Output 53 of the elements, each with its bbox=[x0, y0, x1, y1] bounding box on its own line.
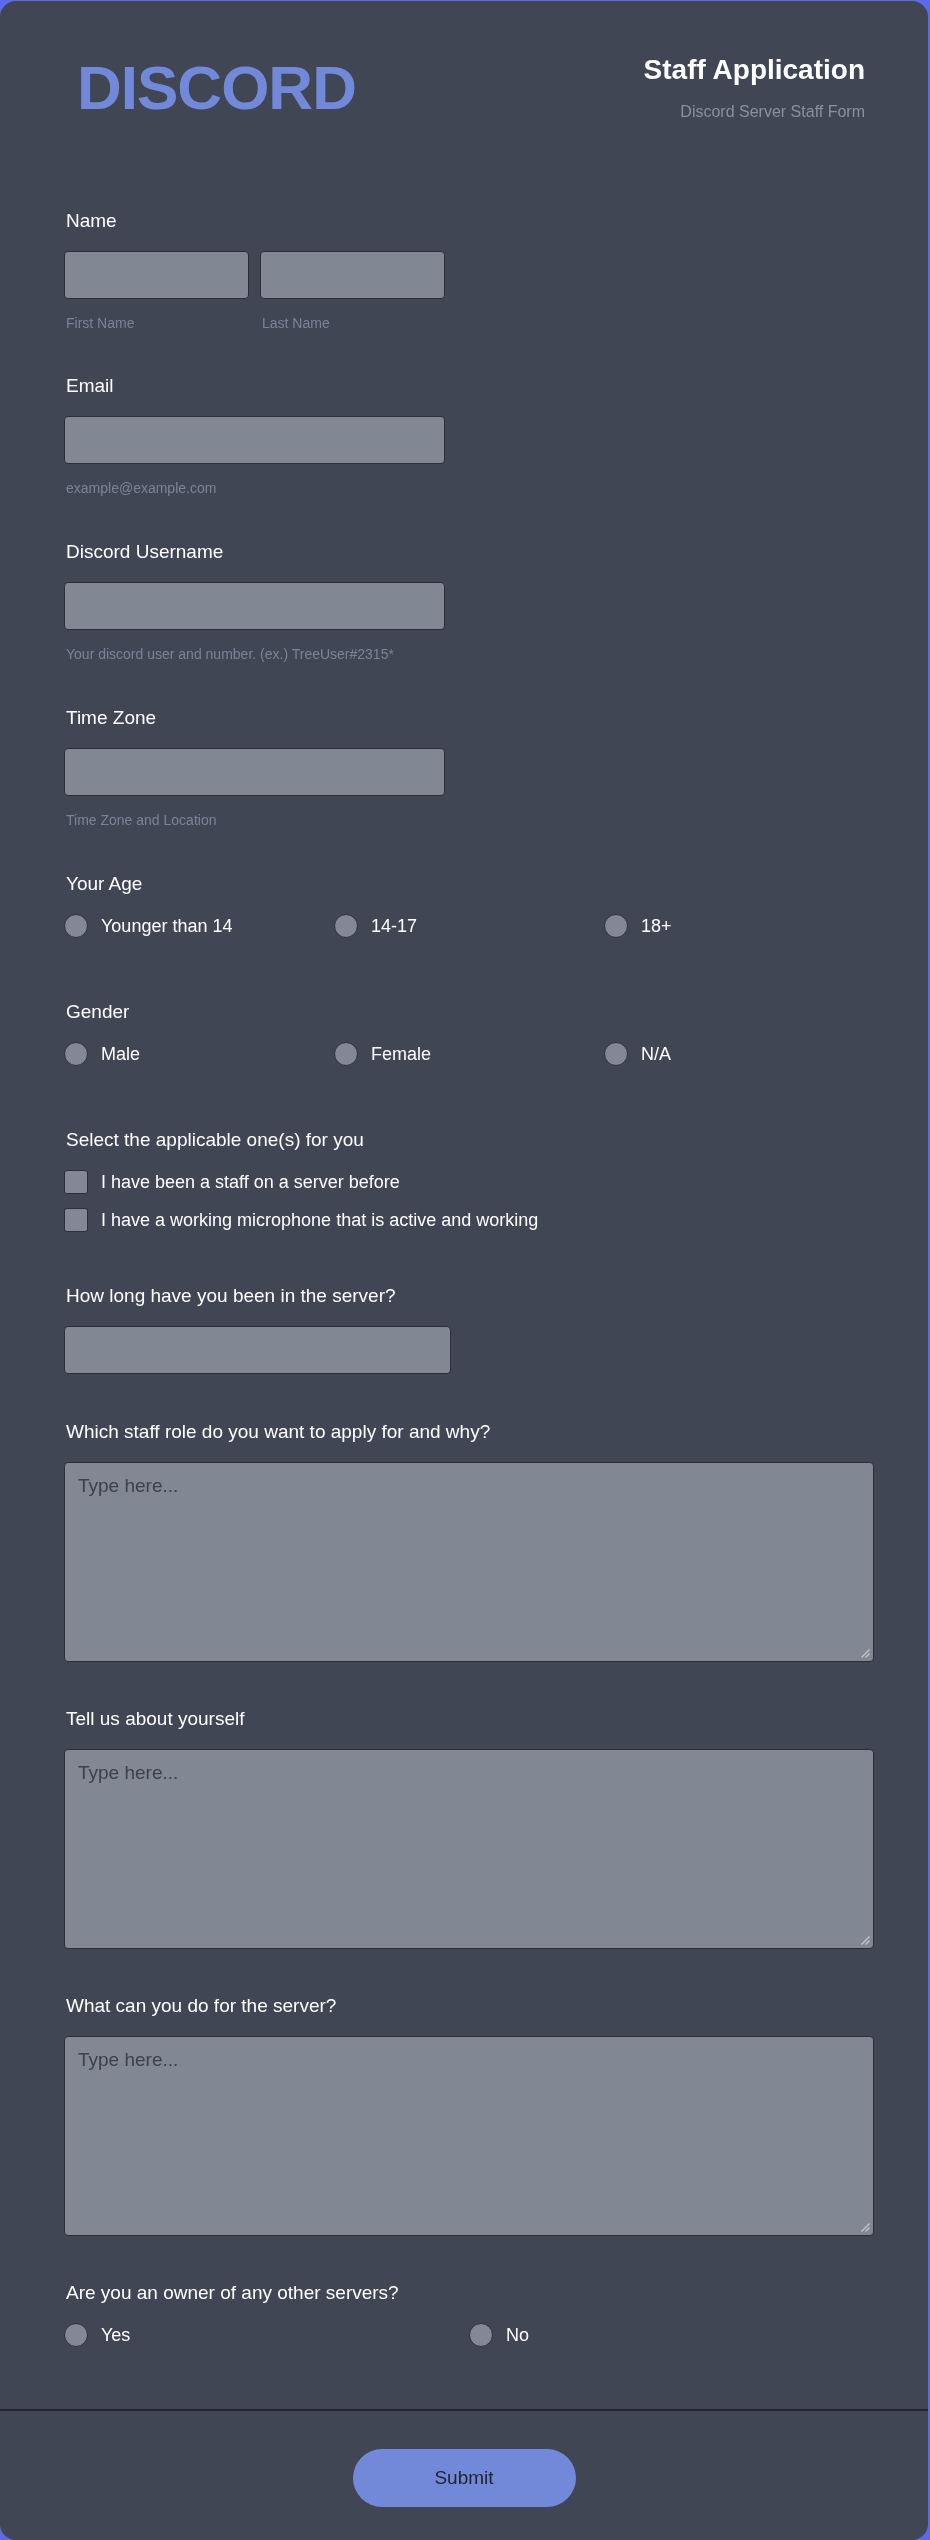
checkbox[interactable] bbox=[64, 1208, 88, 1232]
text-area[interactable]: Type here... bbox=[64, 1462, 874, 1662]
input-field[interactable] bbox=[64, 251, 249, 299]
option-label[interactable]: Male bbox=[101, 1042, 140, 1066]
checkbox[interactable] bbox=[64, 1170, 88, 1194]
field-hint: Your discord user and number. (ex.) TreeUser#2315* bbox=[66, 645, 394, 663]
input-field[interactable] bbox=[64, 582, 445, 630]
text-area[interactable]: Type here... bbox=[64, 1749, 874, 1949]
option-label[interactable]: 18+ bbox=[641, 914, 672, 938]
field-hint: Time Zone and Location bbox=[66, 811, 217, 829]
resize-grip-icon[interactable] bbox=[861, 1649, 870, 1658]
option-label[interactable]: I have been a staff on a server before bbox=[101, 1170, 400, 1194]
field-hint: First Name bbox=[66, 314, 135, 332]
input-field[interactable] bbox=[64, 1326, 451, 1374]
radio-button[interactable] bbox=[64, 914, 88, 938]
question-label: Name bbox=[66, 209, 117, 233]
radio-button[interactable] bbox=[334, 914, 358, 938]
radio-button[interactable] bbox=[604, 914, 628, 938]
input-field[interactable] bbox=[260, 251, 445, 299]
form-title: Staff Application bbox=[643, 53, 865, 87]
radio-button[interactable] bbox=[604, 1042, 628, 1066]
radio-button[interactable] bbox=[64, 1042, 88, 1066]
question-label: Are you an owner of any other servers? bbox=[66, 2281, 399, 2305]
resize-grip-icon[interactable] bbox=[861, 1936, 870, 1945]
question-label: Email bbox=[66, 374, 114, 398]
option-label[interactable]: 14-17 bbox=[371, 914, 418, 938]
option-label[interactable]: Yes bbox=[101, 2323, 131, 2347]
option-label[interactable]: Younger than 14 bbox=[101, 914, 233, 938]
question-label: Discord Username bbox=[66, 540, 224, 564]
question-label: Select the applicable one(s) for you bbox=[66, 1128, 364, 1152]
question-label: Time Zone bbox=[66, 706, 157, 730]
question-label: Your Age bbox=[66, 872, 143, 896]
radio-button[interactable] bbox=[64, 2323, 88, 2347]
option-label[interactable]: N/A bbox=[641, 1042, 671, 1066]
field-hint: example@example.com bbox=[66, 479, 217, 497]
text-area[interactable]: Type here... bbox=[64, 2036, 874, 2236]
radio-button[interactable] bbox=[334, 1042, 358, 1066]
option-label[interactable]: Female bbox=[371, 1042, 432, 1066]
option-label[interactable]: I have a working microphone that is active and working bbox=[101, 1208, 539, 1232]
question-label: How long have you been in the server? bbox=[66, 1284, 396, 1308]
input-field[interactable] bbox=[64, 416, 445, 464]
question-label: Which staff role do you want to apply for and why? bbox=[66, 1420, 491, 1444]
question-label: Gender bbox=[66, 1000, 130, 1024]
form-subtitle: Discord Server Staff Form bbox=[680, 102, 865, 122]
question-label: Tell us about yourself bbox=[66, 1707, 245, 1731]
logo: DISCORD bbox=[77, 57, 356, 119]
option-label[interactable]: No bbox=[506, 2323, 529, 2347]
field-hint: Last Name bbox=[262, 314, 330, 332]
question-label: What can you do for the server? bbox=[66, 1994, 337, 2018]
submit-button[interactable]: Submit bbox=[352, 2449, 576, 2507]
input-field[interactable] bbox=[64, 748, 445, 796]
radio-button[interactable] bbox=[469, 2323, 493, 2347]
resize-grip-icon[interactable] bbox=[861, 2223, 870, 2232]
